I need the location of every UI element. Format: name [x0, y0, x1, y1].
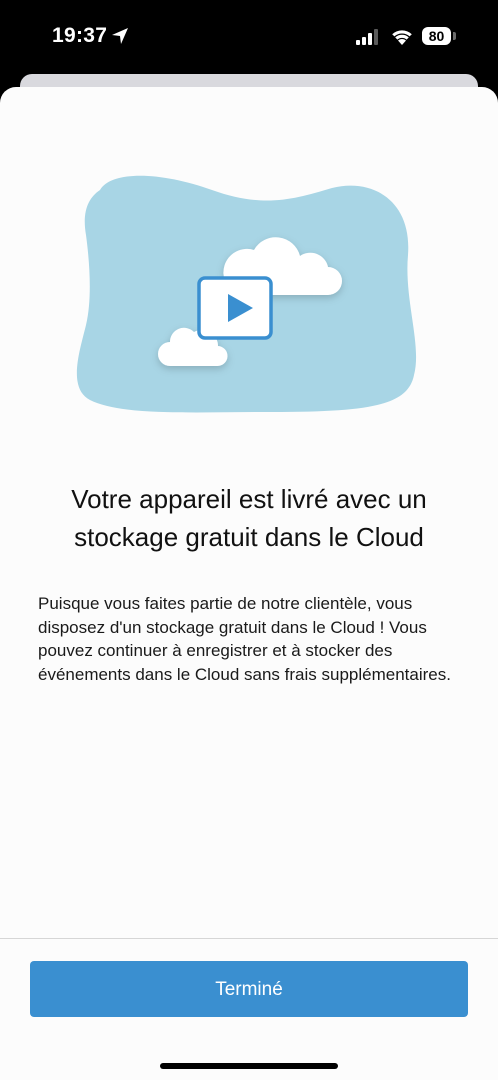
status-time: 19:37	[52, 24, 108, 47]
done-button[interactable]: Terminé	[30, 961, 468, 1017]
location-arrow-icon	[112, 28, 128, 44]
wifi-icon	[392, 30, 412, 45]
description-text: Puisque vous faites partie de notre clie…	[38, 594, 451, 684]
cloud-storage-illustration	[76, 175, 417, 413]
battery-icon: 80	[422, 27, 451, 45]
page-title: Votre appareil est livré avec un stockag…	[71, 484, 427, 552]
battery-cap	[453, 32, 456, 40]
home-indicator[interactable]	[160, 1063, 338, 1069]
divider	[0, 938, 498, 939]
signal-icon	[356, 29, 378, 45]
status-bar: 19:37 80	[0, 0, 498, 75]
